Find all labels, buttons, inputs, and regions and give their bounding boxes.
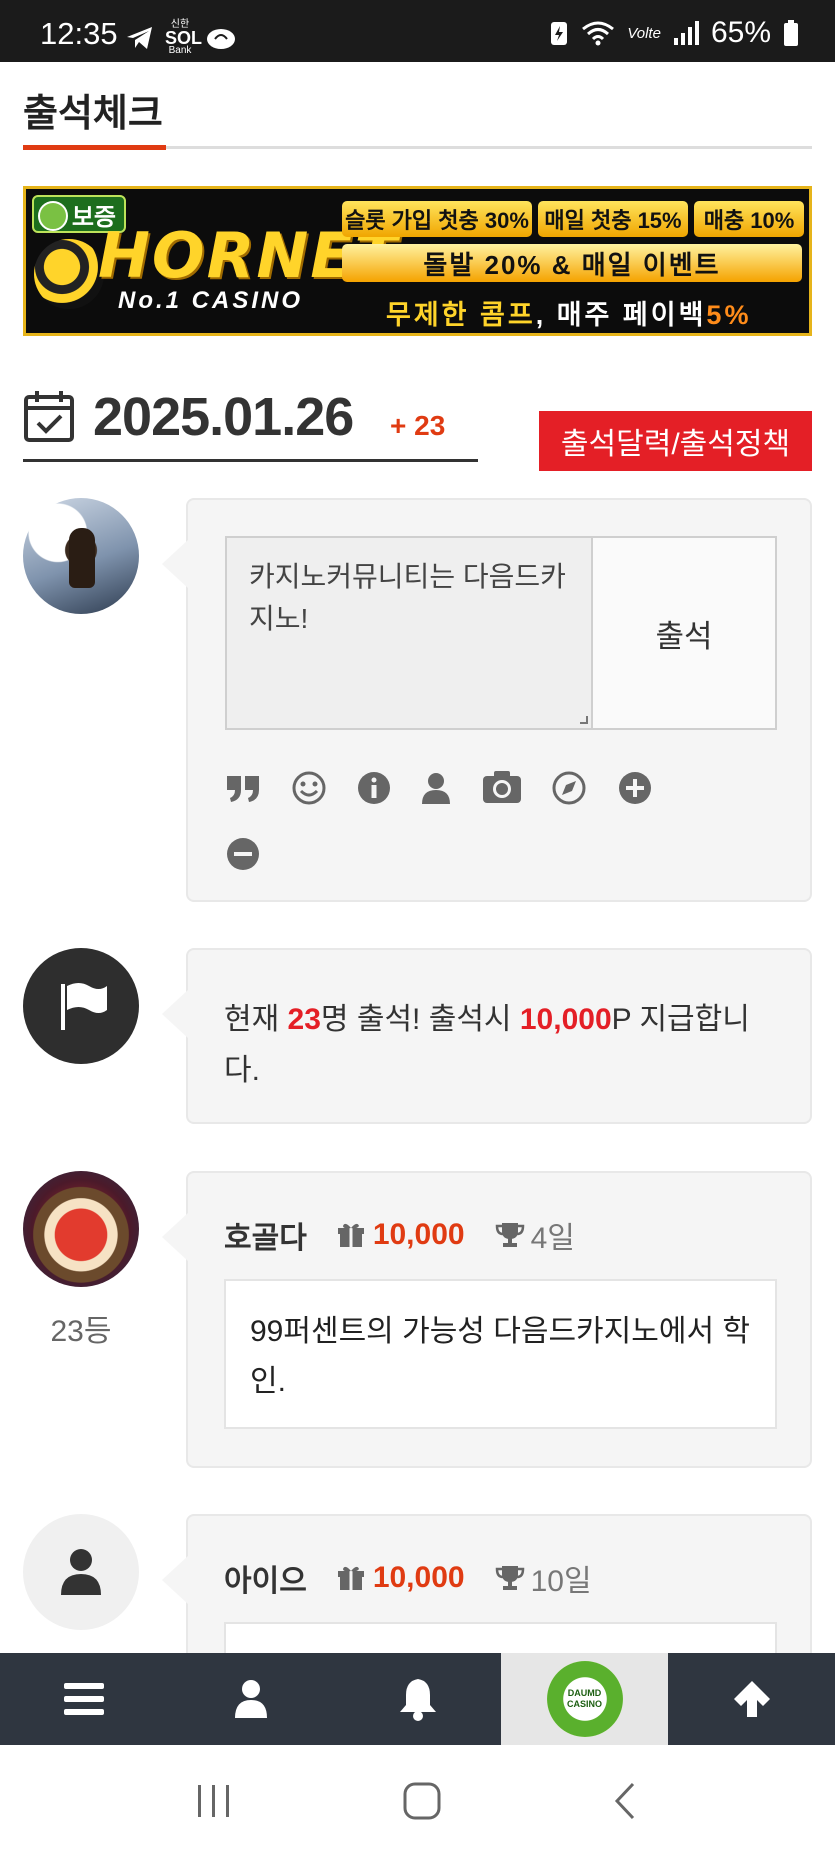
telegram-icon [127,27,152,49]
compass-icon[interactable] [551,770,587,806]
banner-bottom-a: 무제한 콤프 [386,300,536,330]
post-days: 10일 [530,1565,592,1598]
info-icon[interactable] [356,770,392,806]
notifications-button[interactable] [334,1653,501,1745]
comment-input[interactable]: 카지노커뮤니티는 다음드카지노! [225,536,594,730]
battery-icon [784,20,798,46]
camera-icon[interactable] [481,768,523,806]
attendee-count: 23 [287,1003,321,1036]
post-points: 10,000 [372,1218,465,1251]
hamburger-icon [63,1683,104,1715]
plus-circle-icon[interactable] [617,770,653,806]
notice-text: 현재 23명 출석! 출석시 10,000P 지급합니다. [224,1003,750,1087]
banner-bottom-line: 무제한 콤프, 매주 페이백5% [386,293,751,332]
home-logo-button[interactable]: DAUMD CASINO [501,1653,668,1745]
user-icon [234,1680,267,1718]
cloud-icon [207,29,235,49]
casino-ad-banner[interactable]: 보증 HORNET No.1 CASINO 슬롯 가입 첫충 30% 매일 첫충… [23,186,812,336]
rank-label: 23등 [50,1315,112,1348]
user-icon[interactable] [418,770,454,806]
daumd-casino-logo: DAUMD CASINO [546,1661,623,1737]
minus-circle-icon[interactable] [225,836,261,872]
notice-avatar [23,948,139,1064]
banner-tag-2: 매일 첫충 15% [538,201,688,237]
system-nav-bar [0,1745,835,1856]
post-message: 99퍼센트의 가능성 다음드카지노에서 학인. [224,1279,777,1429]
bank-bottom-label: Bank [168,45,192,56]
my-avatar [23,498,139,614]
status-time: 12:35 [40,16,118,51]
trophy-icon [495,1566,524,1590]
hornet-mascot-icon [34,239,104,309]
reward-points: 10,000 [519,1003,612,1036]
post-points: 10,000 [372,1561,465,1594]
page-title: 출석체크 [23,93,163,135]
attendance-post: 호골다 10,000 4일 99퍼센트의 가능성 다음드카지노에서 학인. [162,1171,812,1468]
attendance-notice: 현재 23명 출석! 출석시 10,000P 지급합니다. [162,948,812,1124]
calendar-check-icon [24,391,74,442]
scroll-top-button[interactable] [668,1653,835,1745]
gift-icon [337,1566,364,1590]
bottom-app-nav: DAUMD CASINO [0,1653,835,1745]
arrow-up-icon [733,1681,770,1717]
attendance-calendar-policy-button[interactable]: 출석달력/출석정책 [539,411,812,471]
attendance-count-plus: + 23 [390,410,446,441]
recent-apps-icon[interactable] [194,1783,234,1819]
user-icon [61,1549,101,1595]
smile-icon[interactable] [291,770,327,806]
back-icon[interactable] [611,1781,641,1821]
bank-icon: 신한 SOL Bank [165,19,203,56]
network-label: Volte [627,24,661,42]
date-underline [23,459,478,462]
default-avatar[interactable] [23,1514,139,1630]
banner-bottom-b: , 매주 페이백 [535,300,707,330]
flag-icon [61,983,107,1030]
quote-icon[interactable] [225,770,261,806]
post-avatar[interactable] [23,1171,139,1287]
title-accent-bar [23,145,166,150]
post-author[interactable]: 호골다 [224,1213,307,1257]
checkin-button[interactable]: 출석 [591,536,777,730]
home-icon[interactable] [402,1781,442,1821]
trophy-icon [495,1223,524,1247]
gift-icon [337,1223,364,1247]
banner-bottom-c: 5% [706,300,752,330]
post-days: 4일 [530,1222,575,1255]
profile-button[interactable] [167,1653,334,1745]
battery-percent: 65% [710,16,771,49]
checkin-form: 카지노커뮤니티는 다음드카지노! 출석 [162,498,812,902]
menu-button[interactable] [0,1653,167,1745]
bell-icon [399,1679,436,1721]
banner-wide-tag: 돌발 20% & 매일 이벤트 [342,244,802,282]
status-bar: 12:35 신한 SOL Bank Volte 65% [0,0,835,62]
banner-tag-3: 매충 10% [694,201,804,237]
battery-saver-icon [551,22,568,45]
banner-tag-1: 슬롯 가입 첫충 30% [342,201,532,237]
attendance-date: 2025.01.26 [93,387,354,447]
post-author[interactable]: 아이으 [224,1556,307,1600]
wifi-icon [582,21,615,46]
signal-icon [673,21,699,45]
banner-subtitle: No.1 CASINO [118,287,304,314]
